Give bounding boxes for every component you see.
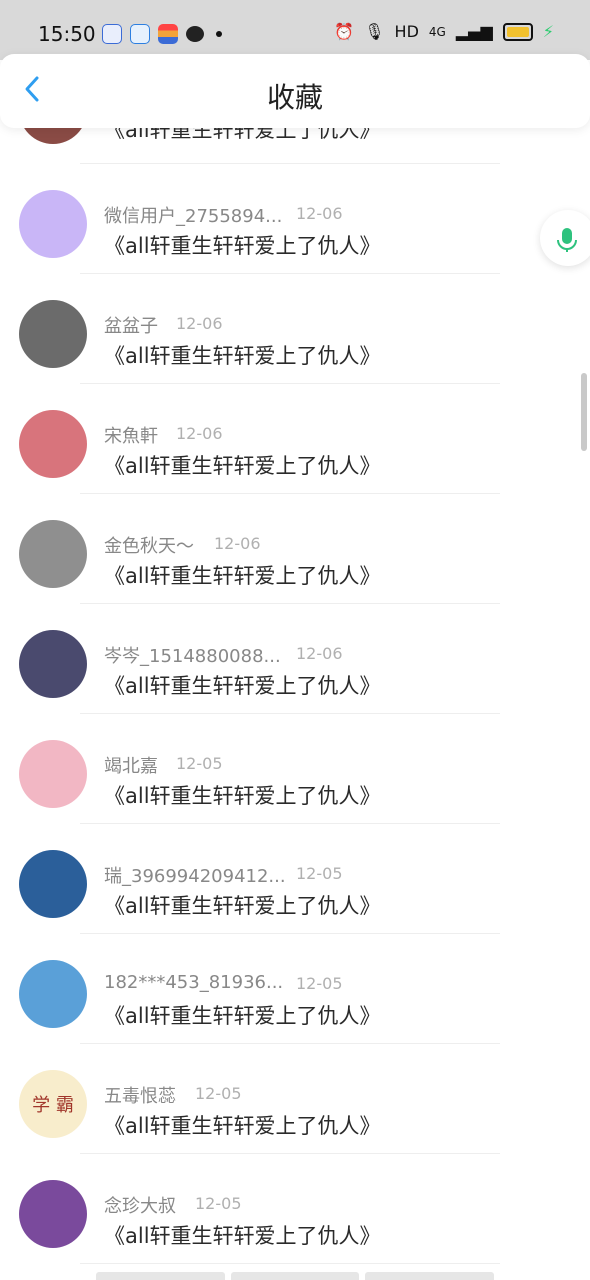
page-title: 收藏 [266, 81, 323, 114]
item-date: 12-06 [176, 424, 223, 443]
item-content: 《all轩重生轩轩爱上了仇人》 [104, 454, 381, 478]
item-content: 《all轩重生轩轩爱上了仇人》 [104, 784, 381, 808]
list-item[interactable]: 竭北嘉 12-05 《all轩重生轩轩爱上了仇人》 [0, 714, 590, 824]
list-item[interactable]: 念珍大叔 12-05 《all轩重生轩轩爱上了仇人》 [0, 1154, 590, 1264]
item-author-name: 念珍大叔 [104, 1196, 176, 1217]
avatar[interactable] [19, 1180, 87, 1248]
bottom-edge [96, 1272, 495, 1280]
bottom-tab-2 [230, 1272, 360, 1280]
item-content: 《all轩重生轩轩爱上了仇人》 [104, 1224, 381, 1248]
item-author-name: 盆盆子 [104, 316, 158, 337]
avatar[interactable] [19, 410, 87, 478]
item-author-name: 微信用户_2755894... [104, 206, 283, 227]
alarm-icon: ⏰ [334, 22, 355, 41]
item-content: 《all轩重生轩轩爱上了仇人》 [104, 344, 381, 368]
list-item[interactable]: 宋魚軒 12-06 《all轩重生轩轩爱上了仇人》 [0, 384, 590, 494]
item-content: 《all轩重生轩轩爱上了仇人》 [104, 674, 381, 698]
item-content: 《all轩重生轩轩爱上了仇人》 [104, 234, 381, 258]
item-content: 《all轩重生轩轩爱上了仇人》 [104, 1004, 381, 1028]
divider [80, 1263, 500, 1264]
item-author-name: 182***453_81936... [104, 972, 284, 993]
microphone-status-icon: 🎙 [364, 22, 385, 41]
avatar[interactable] [19, 740, 87, 808]
wechat-icon [186, 26, 204, 42]
list-item[interactable]: 金色秋天〜 12-06 《all轩重生轩轩爱上了仇人》 [0, 494, 590, 604]
battery-icon [502, 22, 533, 41]
item-date: 12-05 [176, 754, 223, 773]
status-app-icons [102, 24, 222, 44]
item-content: 《all轩重生轩轩爱上了仇人》 [104, 1114, 381, 1138]
item-date: 12-05 [195, 1194, 242, 1213]
list-item[interactable]: 岑岑_1514880088... 12-06 《all轩重生轩轩爱上了仇人》 [0, 604, 590, 714]
item-author-name: 五毒恨蕊 [104, 1086, 176, 1107]
item-content: 《all轩重生轩轩爱上了仇人》 [104, 564, 381, 588]
charging-icon: ⚡ [542, 22, 554, 41]
signal-icon: ▂▄▆ [455, 22, 493, 41]
microphone-icon [557, 228, 577, 252]
list-item[interactable]: 182***453_81936... 12-05 《all轩重生轩轩爱上了仇人》 [0, 934, 590, 1044]
avatar[interactable] [19, 520, 87, 588]
avatar[interactable] [19, 850, 87, 918]
avatar[interactable]: 学 霸 [19, 1070, 87, 1138]
item-author-name: 瑞_396994209412... [104, 866, 286, 887]
item-date: 12-05 [296, 864, 343, 883]
item-author-name: 金色秋天〜 [104, 536, 194, 557]
item-date: 12-06 [296, 204, 343, 223]
status-bar: 15:50 ⏰ 🎙 HD 4G ▂▄▆ ⚡ [0, 0, 590, 60]
notification-dot [216, 31, 222, 37]
list-item[interactable]: 瑞_396994209412... 12-05 《all轩重生轩轩爱上了仇人》 [0, 824, 590, 934]
voice-input-button[interactable] [540, 210, 590, 266]
browser-icon [130, 24, 150, 44]
hd-label: HD [394, 22, 419, 41]
list-item[interactable]: 盆盆子 12-06 《all轩重生轩轩爱上了仇人》 [0, 274, 590, 384]
item-content: 《all轩重生轩轩爱上了仇人》 [104, 894, 381, 918]
status-right: ⏰ 🎙 HD 4G ▂▄▆ ⚡ [334, 22, 554, 41]
avatar[interactable] [19, 960, 87, 1028]
item-date: 12-06 [176, 314, 223, 333]
item-date: 12-06 [296, 644, 343, 663]
status-time: 15:50 [38, 22, 96, 46]
scrollbar-thumb[interactable] [581, 373, 587, 451]
avatar[interactable] [19, 300, 87, 368]
item-date: 12-05 [195, 1084, 242, 1103]
list-item[interactable]: 微信用户_2755894... 12-06 《all轩重生轩轩爱上了仇人》 [0, 164, 590, 274]
avatar[interactable] [19, 630, 87, 698]
item-date: 12-05 [296, 974, 343, 993]
stripes-icon [158, 24, 178, 44]
avatar[interactable] [19, 190, 87, 258]
item-author-name: 竭北嘉 [104, 756, 158, 777]
item-author-name: 岑岑_1514880088... [104, 646, 281, 667]
item-author-name: 宋魚軒 [104, 426, 158, 447]
bottom-tab-3 [365, 1272, 495, 1280]
item-date: 12-06 [214, 534, 261, 553]
bottom-tab-1 [96, 1272, 225, 1280]
network-label: 4G [428, 24, 446, 39]
baidu-icon [102, 24, 122, 44]
list-item[interactable]: 学 霸五毒恨蕊 12-05 《all轩重生轩轩爱上了仇人》 [0, 1044, 590, 1154]
header-bar: 收藏 [0, 54, 590, 128]
